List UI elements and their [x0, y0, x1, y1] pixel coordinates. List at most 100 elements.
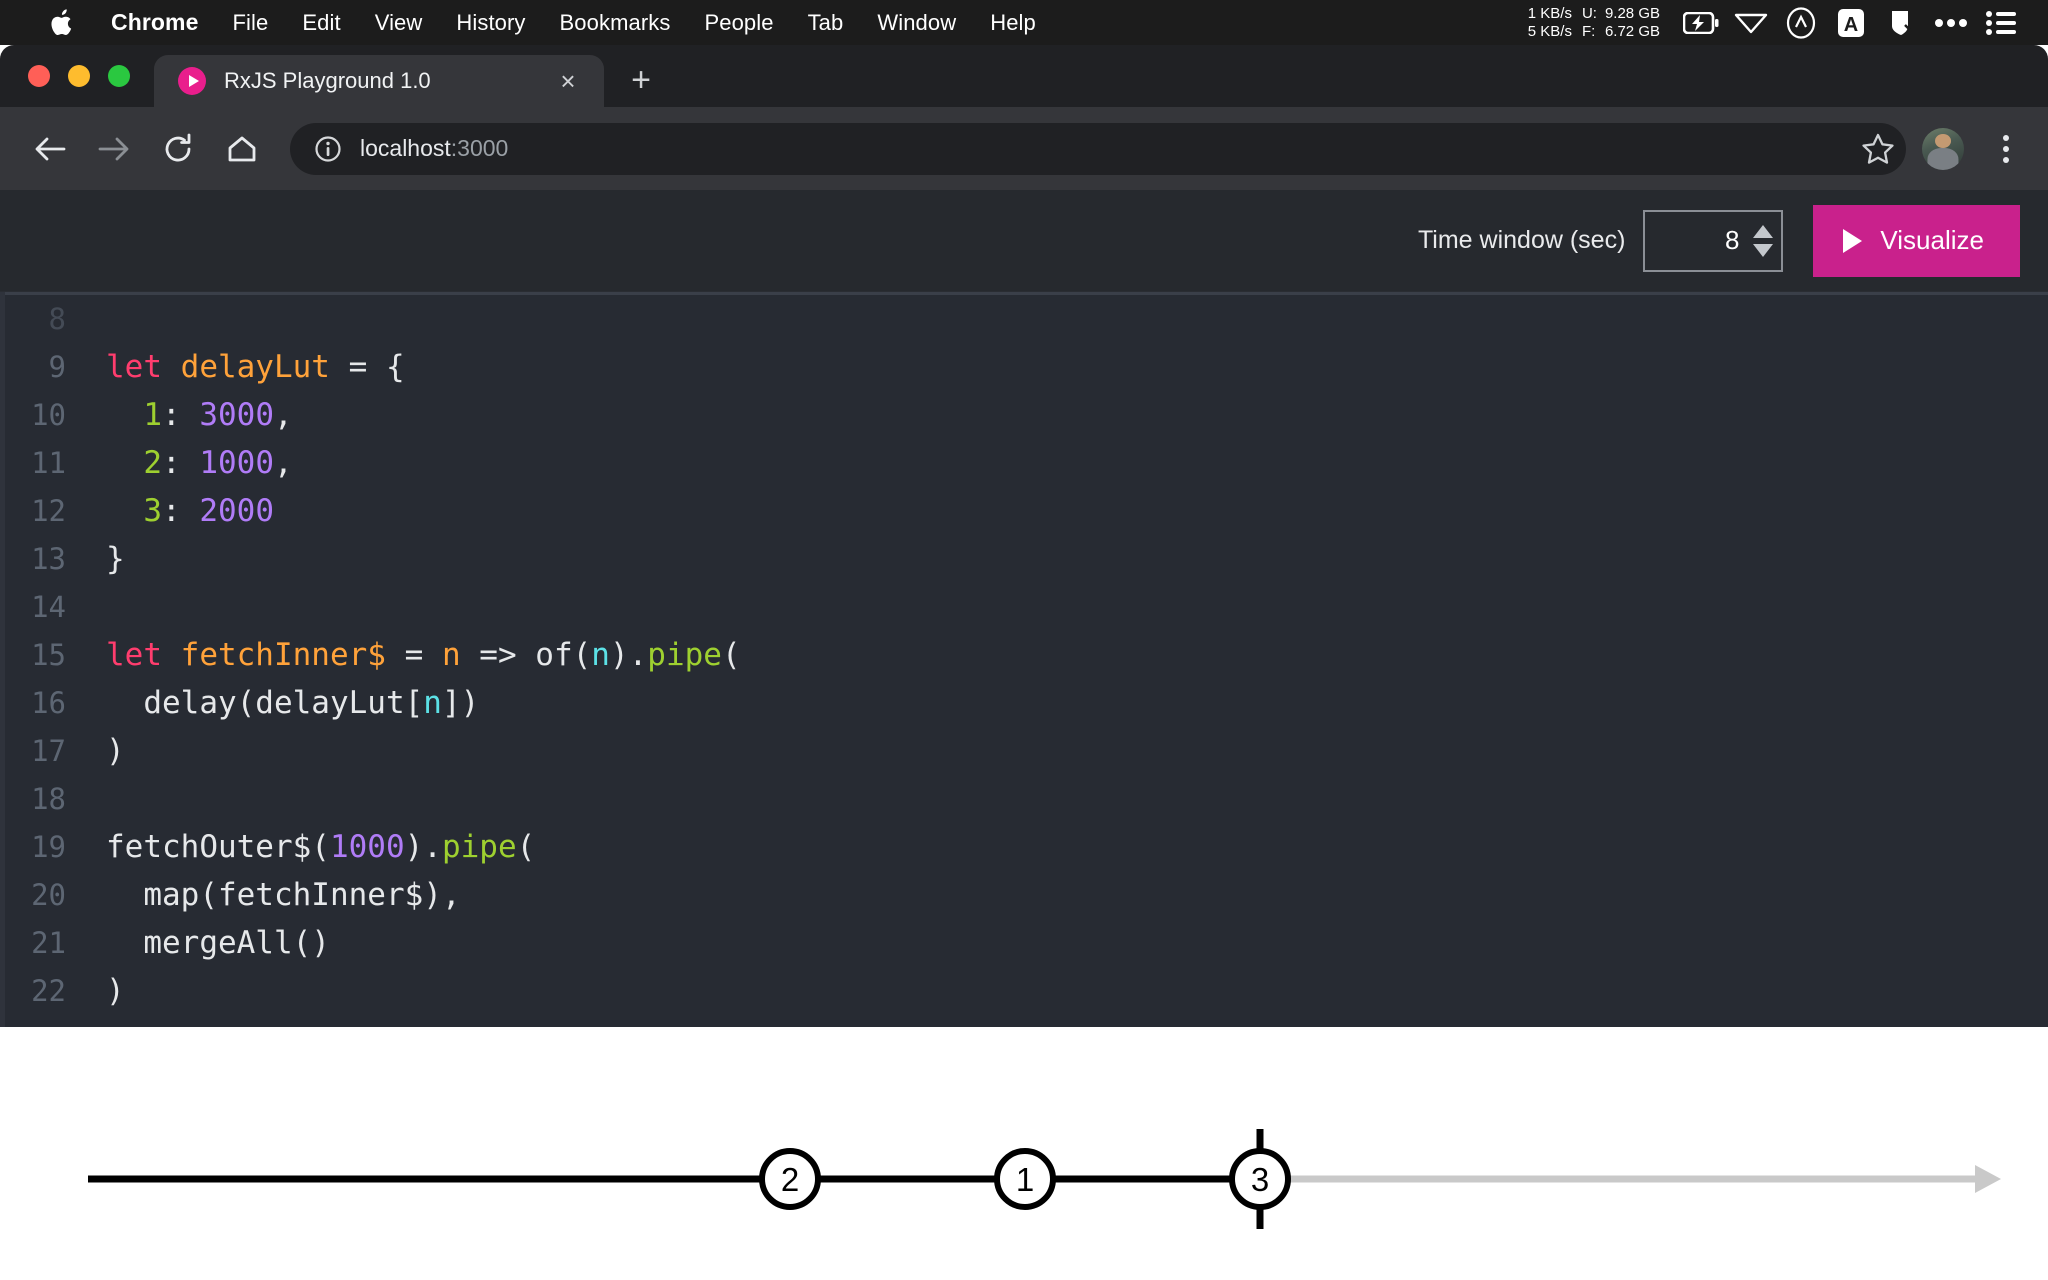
code-editor[interactable]: 8 9 let delayLut = {10 1: 3000, 11 2: 1000,…: [0, 292, 2048, 1027]
code-line[interactable]: 12 3: 2000: [0, 487, 2048, 535]
code-line[interactable]: 15 let fetchInner$ = n => of(n).pipe(: [0, 631, 2048, 679]
menu-edit[interactable]: Edit: [285, 0, 357, 45]
browser-tab-rxjs-playground[interactable]: RxJS Playground 1.0 ×: [154, 55, 604, 107]
spinner-down-arrow-icon[interactable]: [1753, 243, 1774, 257]
timeline-arrowhead: [1975, 1165, 2001, 1193]
back-arrow-icon[interactable]: [22, 121, 78, 177]
code-line[interactable]: 20 map(fetchInner$),: [0, 871, 2048, 919]
maximize-window-button[interactable]: [108, 65, 130, 87]
code-token: 1000: [199, 445, 274, 481]
code-line[interactable]: 17): [0, 727, 2048, 775]
line-number: 17: [31, 734, 66, 768]
code-line-text: delay(delayLut[n]): [66, 679, 479, 727]
line-number: 13: [31, 542, 66, 576]
marble-diagram[interactable]: 2 1 3: [0, 1027, 2048, 1280]
ellipsis-icon[interactable]: [1926, 0, 1976, 45]
code-line-text: 1: 3000,: [66, 391, 293, 439]
code-token: ,: [273, 397, 293, 433]
code-token: fetchOuter$(: [106, 829, 330, 865]
code-lines-container: 8 9 let delayLut = {10 1: 3000, 11 2: 1000,…: [0, 295, 2048, 1015]
line-number: 9: [48, 350, 66, 384]
play-icon: [1843, 228, 1863, 253]
code-token: :: [162, 445, 200, 481]
network-memory-stats: 1 KB/s 5 KB/s U: F: 9.28 GB 6.72 GB: [1528, 5, 1660, 41]
code-token: = {: [329, 349, 405, 385]
new-tab-button[interactable]: +: [618, 57, 664, 103]
line-number: 8: [48, 302, 66, 336]
input-source-a-icon[interactable]: A: [1826, 0, 1876, 45]
code-line[interactable]: 22): [0, 967, 2048, 1015]
time-window-input[interactable]: [1645, 225, 1754, 256]
close-window-button[interactable]: [28, 65, 50, 87]
code-token: 1000: [329, 829, 405, 865]
browser-tab-strip: RxJS Playground 1.0 × +: [0, 45, 2048, 107]
code-line[interactable]: 8: [0, 295, 2048, 343]
battery-charging-icon[interactable]: [1676, 0, 1726, 45]
code-line[interactable]: 19 fetchOuter$(1000).pipe(: [0, 823, 2048, 871]
home-icon[interactable]: [214, 121, 270, 177]
close-icon[interactable]: ×: [552, 65, 584, 97]
code-line[interactable]: 14: [0, 583, 2048, 631]
code-token: mergeAll(): [106, 925, 330, 961]
reload-icon[interactable]: [150, 121, 206, 177]
code-line[interactable]: 13}: [0, 535, 2048, 583]
menu-bookmarks[interactable]: Bookmarks: [543, 0, 688, 45]
apple-logo-icon[interactable]: [48, 8, 74, 38]
address-bar[interactable]: localhost:3000: [290, 122, 1906, 175]
three-dot-menu-icon[interactable]: [1986, 127, 2026, 171]
menu-window[interactable]: Window: [860, 0, 973, 45]
menu-history[interactable]: History: [439, 0, 542, 45]
svg-text:A: A: [1844, 14, 1858, 36]
play-circle-favicon: [178, 67, 206, 95]
forward-arrow-icon[interactable]: [86, 121, 142, 177]
stepper-arrows[interactable]: [1753, 224, 1781, 257]
marble-diagram-canvas: 2 1 3: [88, 1129, 2001, 1229]
code-line[interactable]: 10 1: 3000,: [0, 391, 2048, 439]
code-token: delayLut: [180, 349, 330, 385]
code-line[interactable]: 11 2: 1000,: [0, 439, 2048, 487]
code-token: ).: [609, 637, 648, 673]
code-token: delay(delayLut[: [106, 685, 424, 721]
minimize-window-button[interactable]: [68, 65, 90, 87]
marble-node-label: 3: [1251, 1161, 1269, 1198]
menu-help[interactable]: Help: [973, 0, 1053, 45]
menu-file[interactable]: File: [216, 0, 286, 45]
mem-used-label: U:: [1581, 4, 1597, 22]
code-line-text: ): [66, 967, 125, 1015]
window-traffic-lights: [0, 45, 154, 107]
code-line-text: mergeAll(): [66, 919, 330, 967]
avatar-body: [1927, 147, 1959, 170]
star-icon[interactable]: [1856, 127, 1900, 171]
visualize-button-label: Visualize: [1880, 225, 1984, 255]
time-window-stepper[interactable]: [1643, 209, 1784, 272]
code-line[interactable]: 18: [0, 775, 2048, 823]
menu-chrome[interactable]: Chrome: [94, 0, 216, 45]
code-token: 2000: [199, 493, 274, 529]
visualize-button[interactable]: Visualize: [1813, 204, 2020, 277]
menu-tab[interactable]: Tab: [791, 0, 861, 45]
spinner-up-arrow-icon[interactable]: [1753, 224, 1774, 238]
line-number: 19: [31, 830, 66, 864]
code-line[interactable]: 9 let delayLut = {: [0, 343, 2048, 391]
url-host: localhost: [360, 135, 451, 161]
wifi-icon[interactable]: [1726, 0, 1776, 45]
control-center-icon[interactable]: [1976, 0, 2026, 45]
line-number: 10: [31, 398, 66, 432]
chrome-browser-window: RxJS Playground 1.0 × + localhost:3000 T…: [0, 45, 2048, 1280]
shield-icon[interactable]: [1876, 0, 1926, 45]
line-number: 22: [31, 974, 66, 1008]
code-line[interactable]: 21 mergeAll(): [0, 919, 2048, 967]
menu-view[interactable]: View: [358, 0, 440, 45]
editor-top-divider: [0, 292, 2048, 295]
code-line-text: let fetchInner$ = n => of(n).pipe(: [66, 631, 741, 679]
speedometer-icon[interactable]: [1776, 0, 1826, 45]
menu-people[interactable]: People: [687, 0, 790, 45]
code-token: ]): [441, 685, 480, 721]
line-number: 20: [31, 878, 66, 912]
code-line-text: map(fetchInner$),: [66, 871, 460, 919]
code-line[interactable]: 16 delay(delayLut[n]): [0, 679, 2048, 727]
site-info-icon[interactable]: [314, 135, 342, 163]
avatar[interactable]: [1922, 127, 1964, 170]
net-down-rate: 5 KB/s: [1527, 22, 1572, 40]
